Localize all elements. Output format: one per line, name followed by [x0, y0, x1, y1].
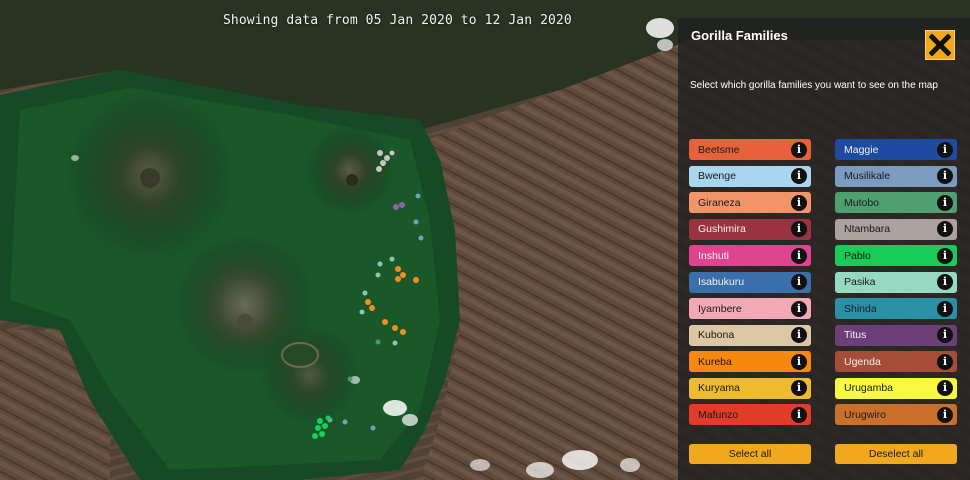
family-toggle-bwenge[interactable]: Bwenge i — [689, 165, 811, 187]
info-icon[interactable]: i — [791, 221, 807, 237]
info-icon[interactable]: i — [937, 221, 953, 237]
panel-description: Select which gorilla families you want t… — [690, 80, 938, 91]
family-toggle-urugwiro[interactable]: Urugwiro i — [835, 404, 957, 425]
info-icon[interactable]: i — [937, 194, 953, 211]
family-toggle-musilikale[interactable]: Musilikale i — [835, 165, 957, 187]
family-label: Giraneza — [698, 196, 741, 209]
family-label: Urugamba — [844, 382, 894, 394]
info-icon[interactable]: i — [791, 274, 807, 290]
family-toggle-isabukuru[interactable]: Isabukuru i — [689, 271, 811, 293]
family-label: Kuryama — [698, 382, 741, 394]
family-toggle-pasika[interactable]: Pasika i — [835, 271, 957, 293]
family-toggle-titus[interactable]: Titus i — [835, 324, 957, 346]
family-toggle-iyambere[interactable]: Iyambere i — [689, 298, 811, 319]
info-icon[interactable]: i — [791, 406, 807, 423]
family-label: Bwenge — [698, 170, 736, 182]
family-label: Kureba — [698, 355, 732, 368]
family-toggle-giraneza[interactable]: Giraneza i — [689, 192, 811, 213]
family-label: Iyambere — [698, 302, 742, 315]
info-icon[interactable]: i — [937, 327, 953, 343]
family-label: Inshuti — [698, 249, 729, 262]
date-range-label: Showing data from 05 Jan 2020 to 12 Jan … — [223, 13, 572, 28]
family-toggle-ntambara[interactable]: Ntambara i — [835, 218, 957, 240]
family-toggle-kureba[interactable]: Kureba i — [689, 351, 811, 372]
info-icon[interactable]: i — [791, 141, 807, 158]
panel-title: Gorilla Families — [691, 28, 788, 43]
family-toggle-pablo[interactable]: Pablo i — [835, 245, 957, 266]
info-icon[interactable]: i — [937, 168, 953, 184]
family-label: Shinda — [844, 302, 877, 315]
info-icon[interactable]: i — [937, 274, 953, 290]
deselect-all-button[interactable]: Deselect all — [835, 444, 957, 464]
info-icon[interactable]: i — [937, 380, 953, 396]
family-toggle-kubona[interactable]: Kubona i — [689, 324, 811, 346]
family-toggle-kuryama[interactable]: Kuryama i — [689, 377, 811, 399]
info-icon[interactable]: i — [791, 168, 807, 184]
family-label: Pasika — [844, 276, 876, 288]
info-icon[interactable]: i — [791, 380, 807, 396]
family-label: Maggie — [844, 143, 879, 156]
family-label: Ntambara — [844, 223, 891, 235]
family-toggle-urugamba[interactable]: Urugamba i — [835, 377, 957, 399]
info-icon[interactable]: i — [791, 327, 807, 343]
info-icon[interactable]: i — [937, 353, 953, 370]
info-icon[interactable]: i — [791, 247, 807, 264]
family-label: Gushimira — [698, 223, 746, 235]
family-toggle-mafunzo[interactable]: Mafunzo i — [689, 404, 811, 425]
family-toggle-beetsme[interactable]: Beetsme i — [689, 139, 811, 160]
family-label: Urugwiro — [844, 408, 887, 421]
info-icon[interactable]: i — [791, 194, 807, 211]
family-toggle-shinda[interactable]: Shinda i — [835, 298, 957, 319]
family-toggle-ugenda[interactable]: Ugenda i — [835, 351, 957, 372]
family-label: Mafunzo — [698, 408, 739, 421]
family-toggle-mutobo[interactable]: Mutobo i — [835, 192, 957, 213]
family-toggle-gushimira[interactable]: Gushimira i — [689, 218, 811, 240]
family-label: Isabukuru — [698, 276, 745, 288]
family-toggle-maggie[interactable]: Maggie i — [835, 139, 957, 160]
gorilla-families-panel: Gorilla Families Select which gorilla fa… — [678, 18, 970, 480]
close-icon — [929, 34, 951, 56]
info-icon[interactable]: i — [937, 406, 953, 423]
family-label: Ugenda — [844, 355, 881, 368]
family-toggle-inshuti[interactable]: Inshuti i — [689, 245, 811, 266]
info-icon[interactable]: i — [937, 247, 953, 264]
family-label: Mutobo — [844, 196, 880, 209]
family-label: Beetsme — [698, 143, 740, 156]
info-icon[interactable]: i — [791, 353, 807, 370]
family-label: Musilikale — [844, 170, 891, 182]
info-icon[interactable]: i — [791, 300, 807, 317]
family-label: Pablo — [844, 249, 871, 262]
info-icon[interactable]: i — [937, 141, 953, 158]
family-label: Titus — [844, 329, 867, 341]
close-button[interactable] — [925, 30, 955, 60]
info-icon[interactable]: i — [937, 300, 953, 317]
family-label: Kubona — [698, 329, 735, 341]
select-all-button[interactable]: Select all — [689, 444, 811, 464]
